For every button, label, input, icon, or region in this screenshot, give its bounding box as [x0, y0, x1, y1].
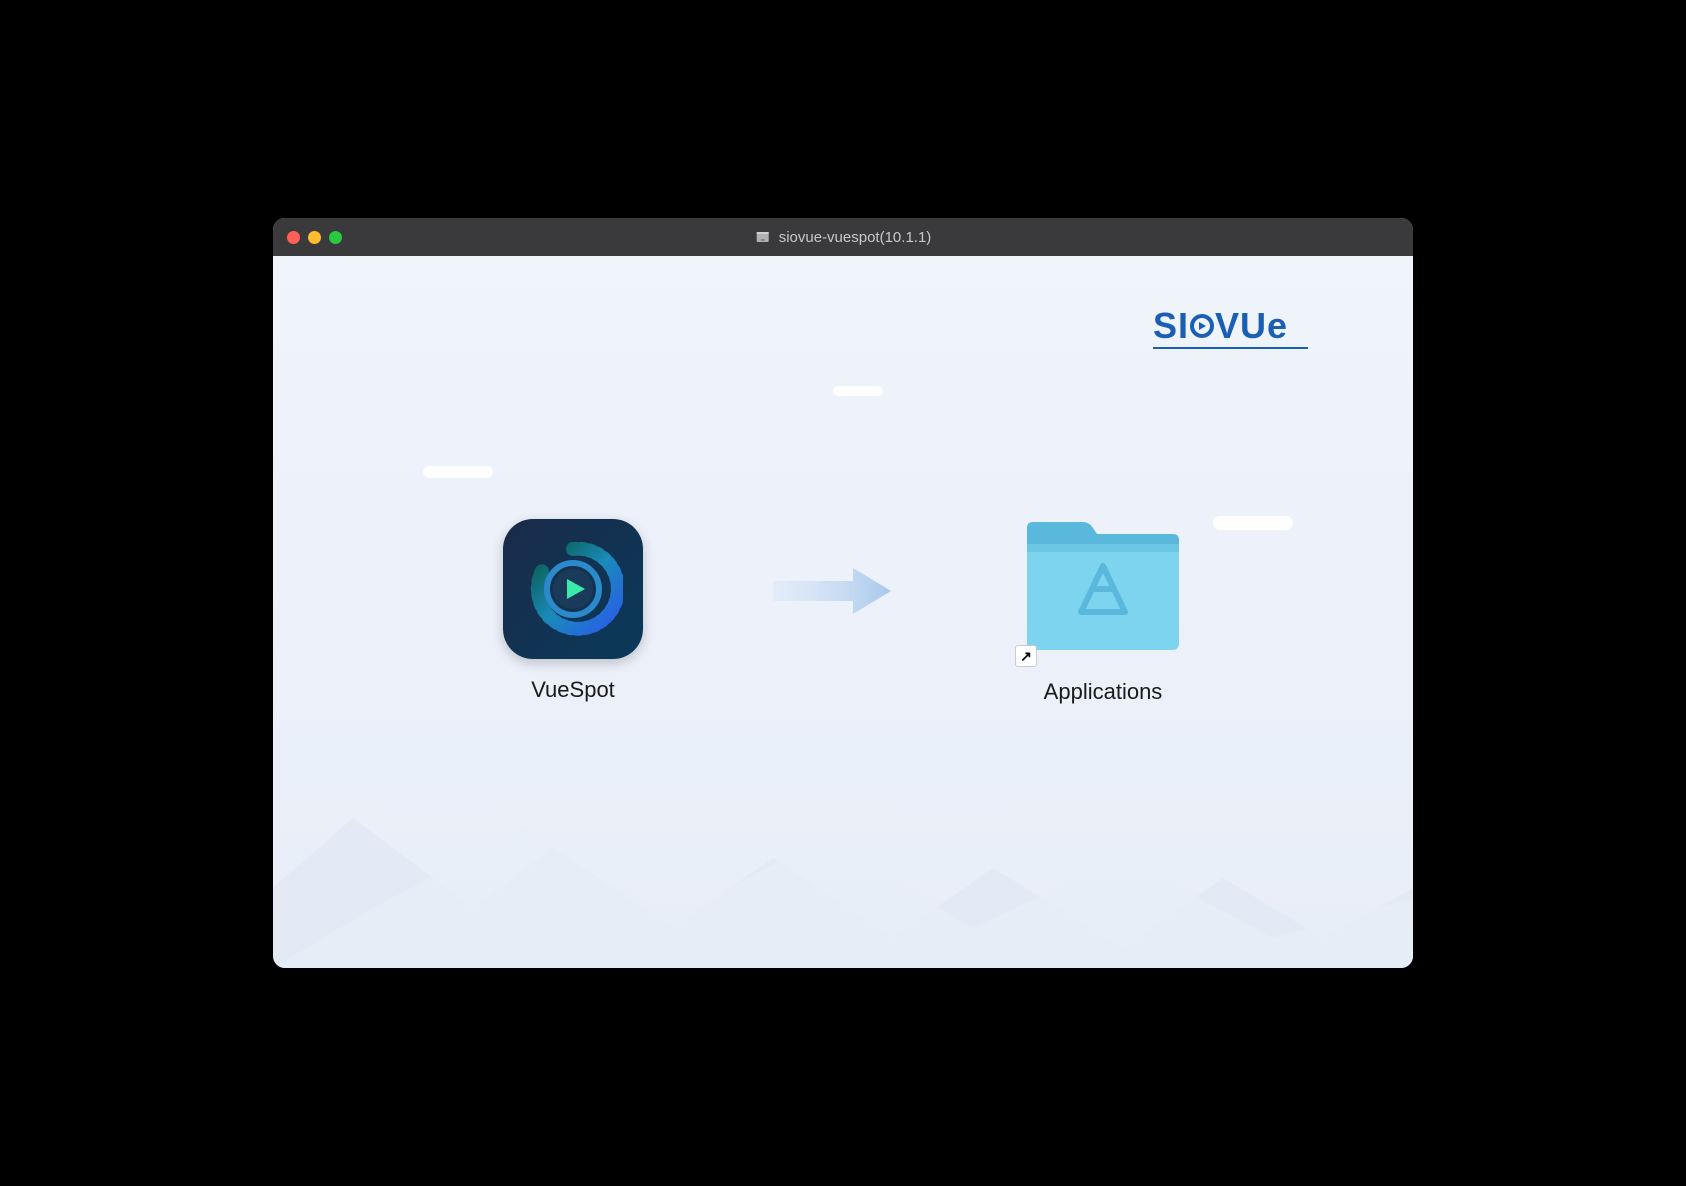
maximize-button[interactable]	[329, 231, 342, 244]
traffic-lights	[287, 231, 342, 244]
close-button[interactable]	[287, 231, 300, 244]
folder-label: Applications	[1044, 679, 1163, 705]
shortcut-arrow-icon: ↗	[1015, 645, 1037, 667]
app-group: VueSpot	[503, 519, 643, 703]
title-content: siovue-vuespot(10.1.1)	[755, 229, 932, 246]
app-icon[interactable]	[503, 519, 643, 659]
arrow-icon	[773, 566, 893, 616]
minimize-button[interactable]	[308, 231, 321, 244]
brand-logo: SI VUe	[1153, 306, 1313, 360]
content-area: SI VUe	[273, 256, 1413, 968]
install-row: VueSpot	[273, 516, 1413, 705]
cloud-decoration	[423, 466, 493, 478]
window-title: siovue-vuespot(10.1.1)	[779, 229, 932, 246]
svg-text:VUe: VUe	[1215, 306, 1288, 346]
svg-text:SI: SI	[1153, 306, 1189, 346]
titlebar: siovue-vuespot(10.1.1)	[273, 218, 1413, 256]
app-label: VueSpot	[531, 677, 615, 703]
disk-icon	[755, 229, 771, 245]
installer-window: siovue-vuespot(10.1.1) SI VUe	[273, 218, 1413, 968]
folder-group: ↗ Applications	[1023, 516, 1183, 705]
applications-folder[interactable]: ↗	[1023, 516, 1183, 661]
mountains-decoration	[273, 768, 1413, 968]
cloud-decoration	[833, 386, 883, 396]
